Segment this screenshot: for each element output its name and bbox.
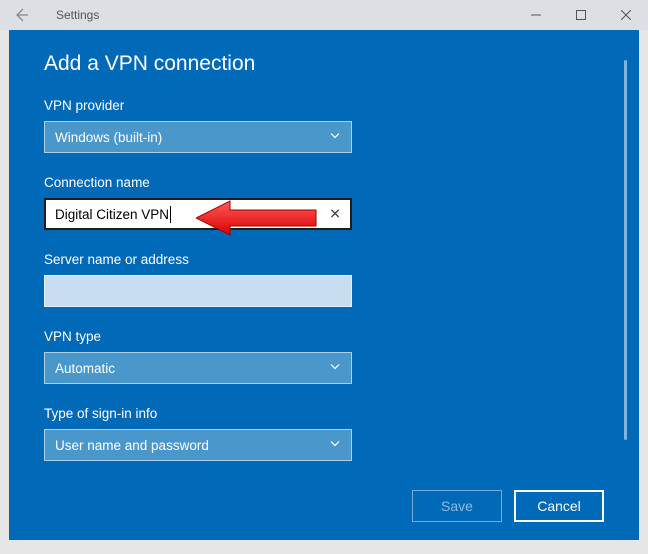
chevron-down-icon (329, 130, 341, 145)
maximize-button[interactable] (558, 0, 603, 30)
vpn-dialog: Add a VPN connection VPN provider Window… (9, 30, 639, 540)
input-connection-name[interactable]: Digital Citizen VPN ✕ (44, 198, 352, 230)
close-button[interactable] (603, 0, 648, 30)
input-value: Digital Citizen VPN (55, 207, 169, 222)
minimize-button[interactable] (513, 0, 558, 30)
select-vpn-type[interactable]: Automatic (44, 352, 352, 384)
select-value: Automatic (55, 361, 115, 376)
select-signin[interactable]: User name and password (44, 429, 352, 461)
chevron-down-icon (329, 361, 341, 376)
cancel-button[interactable]: Cancel (514, 490, 604, 522)
label-signin: Type of sign-in info (44, 406, 604, 421)
select-vpn-provider[interactable]: Windows (built-in) (44, 121, 352, 153)
text-cursor (170, 206, 171, 223)
save-button[interactable]: Save (412, 490, 502, 522)
clear-icon[interactable]: ✕ (329, 206, 341, 223)
titlebar: Settings (0, 0, 648, 30)
dialog-footer: Save Cancel (412, 490, 604, 522)
select-value: Windows (built-in) (55, 130, 162, 145)
input-server[interactable] (44, 275, 352, 307)
select-value: User name and password (55, 438, 209, 453)
window-title: Settings (56, 8, 99, 22)
label-vpn-provider: VPN provider (44, 98, 604, 113)
back-button[interactable] (6, 0, 36, 30)
label-vpn-type: VPN type (44, 329, 604, 344)
label-connection-name: Connection name (44, 175, 604, 190)
scrollbar[interactable] (624, 60, 627, 440)
chevron-down-icon (329, 438, 341, 453)
label-server: Server name or address (44, 252, 604, 267)
dialog-title: Add a VPN connection (44, 52, 604, 76)
window-controls (513, 0, 648, 30)
